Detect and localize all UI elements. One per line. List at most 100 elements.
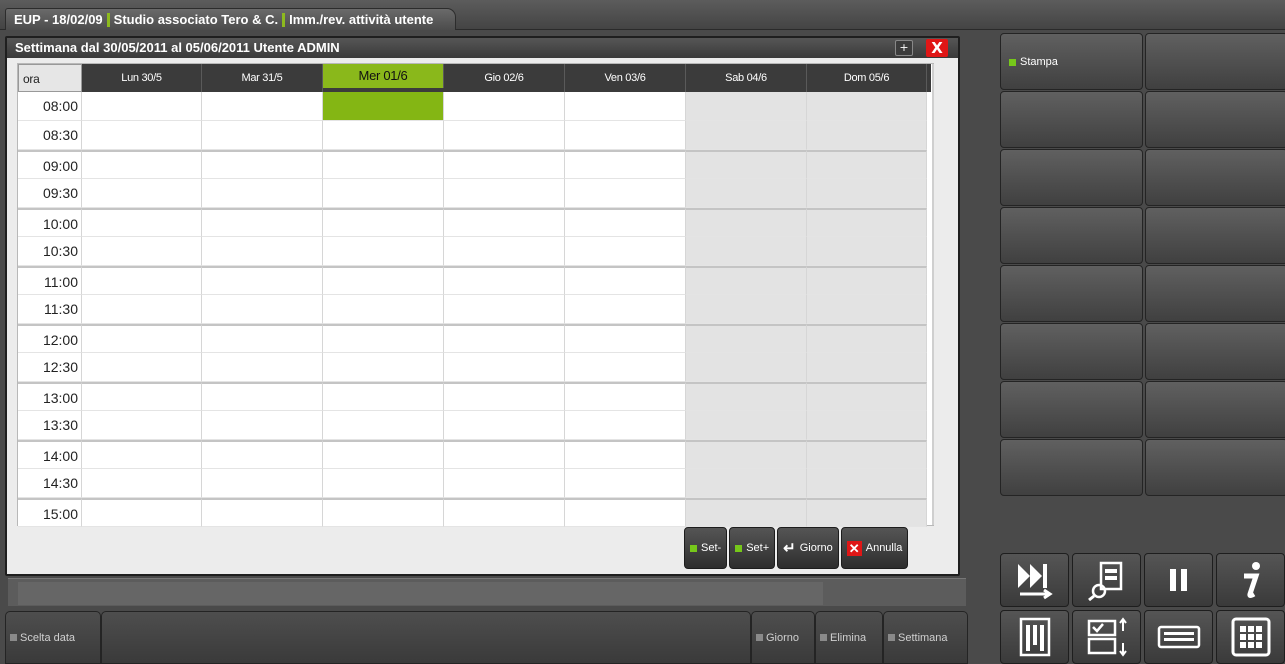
scelta-data-button[interactable]: Scelta data <box>5 611 101 664</box>
time-slot[interactable] <box>686 382 807 411</box>
day-header[interactable]: Ven 03/6 <box>565 64 686 92</box>
function-button-empty[interactable] <box>1000 323 1143 380</box>
time-slot[interactable] <box>444 411 565 440</box>
time-slot[interactable] <box>444 92 565 121</box>
grid-menu-button[interactable] <box>1216 610 1285 664</box>
time-slot[interactable] <box>565 353 686 382</box>
function-button-empty[interactable] <box>1145 91 1285 148</box>
time-slot[interactable] <box>807 179 927 208</box>
giorno-button[interactable]: ↵ Giorno <box>777 527 839 569</box>
elimina-fkey[interactable]: Elimina <box>815 611 883 664</box>
time-slot[interactable] <box>565 179 686 208</box>
giorno-fkey[interactable]: Giorno <box>751 611 815 664</box>
keyboard-button[interactable] <box>1144 610 1213 664</box>
time-slot[interactable] <box>444 382 565 411</box>
function-button-empty[interactable] <box>1145 149 1285 206</box>
time-slot[interactable] <box>323 440 444 469</box>
time-slot[interactable] <box>323 498 444 527</box>
function-button-empty[interactable] <box>1000 149 1143 206</box>
time-slot[interactable] <box>807 353 927 382</box>
time-slot[interactable] <box>82 411 202 440</box>
day-header[interactable]: Lun 30/5 <box>82 64 202 92</box>
pause-button[interactable] <box>1144 553 1213 607</box>
time-slot[interactable] <box>323 382 444 411</box>
function-button-empty[interactable] <box>1000 381 1143 438</box>
time-slot[interactable] <box>565 469 686 498</box>
time-slot[interactable] <box>686 411 807 440</box>
time-slot[interactable] <box>202 382 323 411</box>
time-slot[interactable] <box>444 440 565 469</box>
time-slot[interactable] <box>565 382 686 411</box>
function-button-empty[interactable] <box>1000 439 1143 496</box>
day-header[interactable]: Dom 05/6 <box>807 64 927 92</box>
time-slot[interactable] <box>807 266 927 295</box>
document-search-button[interactable] <box>1072 553 1141 607</box>
time-slot[interactable] <box>807 324 927 353</box>
time-slot[interactable] <box>807 440 927 469</box>
time-slot[interactable] <box>686 179 807 208</box>
time-slot[interactable] <box>323 237 444 266</box>
time-slot[interactable] <box>807 469 927 498</box>
time-slot[interactable] <box>444 324 565 353</box>
time-slot[interactable] <box>686 150 807 179</box>
time-slot[interactable] <box>202 469 323 498</box>
day-header[interactable]: Mer 01/6 <box>323 64 444 88</box>
time-slot[interactable] <box>444 179 565 208</box>
time-slot[interactable] <box>82 469 202 498</box>
time-slot[interactable] <box>807 92 927 121</box>
function-button-empty[interactable] <box>1145 33 1285 90</box>
fast-forward-swap-button[interactable] <box>1000 553 1069 607</box>
time-slot[interactable] <box>686 469 807 498</box>
function-button-empty[interactable] <box>1000 91 1143 148</box>
time-slot[interactable] <box>444 266 565 295</box>
time-slot[interactable] <box>323 266 444 295</box>
time-slot[interactable] <box>444 150 565 179</box>
time-slot[interactable] <box>686 237 807 266</box>
time-slot[interactable] <box>82 295 202 324</box>
time-slot[interactable] <box>686 324 807 353</box>
time-slot[interactable] <box>686 121 807 150</box>
function-button-empty[interactable] <box>1000 207 1143 264</box>
time-slot[interactable] <box>323 411 444 440</box>
time-slot[interactable] <box>444 498 565 527</box>
function-button-empty[interactable] <box>1145 323 1285 380</box>
time-slot[interactable] <box>82 179 202 208</box>
time-slot[interactable] <box>202 237 323 266</box>
day-header[interactable]: Sab 04/6 <box>686 64 807 92</box>
time-slot[interactable] <box>323 92 444 121</box>
time-slot[interactable] <box>202 353 323 382</box>
time-slot[interactable] <box>565 208 686 237</box>
time-slot[interactable] <box>565 498 686 527</box>
time-slot[interactable] <box>82 92 202 121</box>
time-slot[interactable] <box>82 266 202 295</box>
maximize-button[interactable]: + <box>895 40 913 56</box>
time-slot[interactable] <box>807 208 927 237</box>
time-slot[interactable] <box>686 208 807 237</box>
day-header[interactable]: Mar 31/5 <box>202 64 323 92</box>
set-minus-button[interactable]: Set- <box>684 527 728 569</box>
time-slot[interactable] <box>202 295 323 324</box>
time-slot[interactable] <box>323 121 444 150</box>
time-slot[interactable] <box>323 150 444 179</box>
time-slot[interactable] <box>565 150 686 179</box>
time-slot[interactable] <box>323 179 444 208</box>
time-slot[interactable] <box>807 498 927 527</box>
time-slot[interactable] <box>82 237 202 266</box>
annulla-button[interactable]: ✕ Annulla <box>840 527 909 569</box>
function-button-empty[interactable] <box>1145 381 1285 438</box>
time-slot[interactable] <box>686 353 807 382</box>
time-slot[interactable] <box>686 498 807 527</box>
time-slot[interactable] <box>202 266 323 295</box>
time-slot[interactable] <box>202 179 323 208</box>
time-slot[interactable] <box>202 411 323 440</box>
function-button-empty[interactable] <box>1000 265 1143 322</box>
time-slot[interactable] <box>807 150 927 179</box>
vertical-scrollbar[interactable] <box>932 64 934 525</box>
time-slot[interactable] <box>202 121 323 150</box>
time-slot[interactable] <box>807 411 927 440</box>
archive-button[interactable] <box>1000 610 1069 664</box>
function-button-empty[interactable] <box>1145 207 1285 264</box>
time-slot[interactable] <box>444 295 565 324</box>
time-slot[interactable] <box>686 440 807 469</box>
time-slot[interactable] <box>202 440 323 469</box>
